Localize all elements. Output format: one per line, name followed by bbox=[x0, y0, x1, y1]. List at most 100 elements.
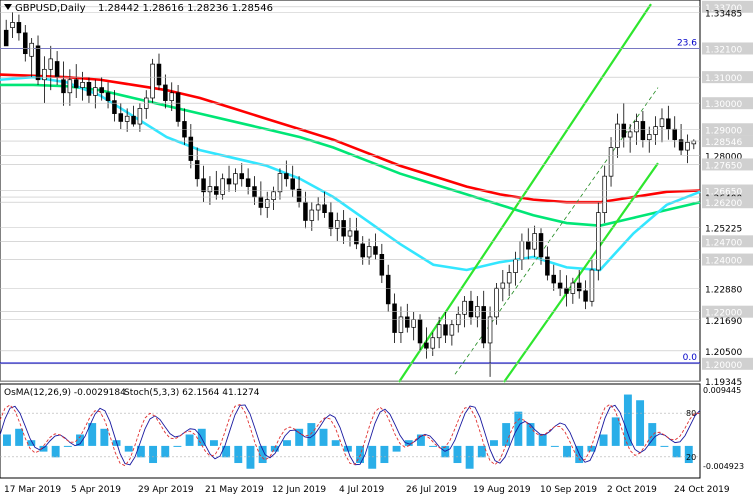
osma-label: OsMA(12,26,9) -0.0029184 bbox=[4, 388, 126, 398]
osma-bar bbox=[538, 434, 547, 446]
osma-tick-label: -0.004923 bbox=[703, 462, 744, 471]
candle-body bbox=[137, 108, 143, 125]
candle-body bbox=[538, 233, 544, 258]
candle-body bbox=[163, 84, 168, 101]
time-tick-label: 2 Oct 2019 bbox=[607, 485, 657, 495]
candle-body bbox=[347, 230, 353, 237]
osma-bar bbox=[563, 445, 571, 458]
candle-body bbox=[175, 92, 181, 122]
candle-body bbox=[449, 324, 455, 336]
candle-body bbox=[576, 282, 582, 292]
candle-body bbox=[150, 63, 155, 99]
candle-body bbox=[67, 79, 73, 94]
osma-bar bbox=[15, 428, 24, 446]
osma-bar bbox=[39, 445, 48, 452]
osma-tick-label: 0.009445 bbox=[703, 386, 741, 395]
candle-body bbox=[379, 253, 385, 276]
candle-body bbox=[252, 186, 257, 198]
candle-body bbox=[653, 126, 658, 135]
candle-body bbox=[494, 287, 499, 318]
osma-bar bbox=[599, 434, 608, 446]
candle-body bbox=[519, 240, 525, 260]
symbol-label: GBPUSD,Daily bbox=[15, 3, 86, 14]
osma-bar bbox=[51, 445, 60, 458]
price-tick-label: 1.33485 bbox=[705, 9, 742, 19]
chart-canvas: 23.60.0 1.337001.334851.321001.310001.30… bbox=[0, 0, 753, 495]
osma-bar bbox=[161, 445, 170, 458]
candle-body bbox=[366, 246, 372, 258]
price-tick-label: 1.26200 bbox=[705, 199, 742, 209]
candle-body bbox=[156, 63, 162, 86]
candle-body bbox=[207, 186, 213, 193]
price-tick-label: 1.27650 bbox=[705, 161, 742, 171]
osma-bar bbox=[636, 400, 645, 446]
osma-bar bbox=[222, 445, 231, 458]
candle-body bbox=[10, 22, 15, 28]
candle-body bbox=[54, 61, 60, 78]
candle-body bbox=[646, 134, 652, 141]
time-tick-label: 26 Jul 2019 bbox=[406, 485, 457, 495]
candle-body bbox=[462, 300, 467, 315]
time-tick-label: 19 Aug 2019 bbox=[473, 485, 531, 495]
price-tick-label: 1.24700 bbox=[705, 238, 742, 248]
osma-bar bbox=[124, 445, 133, 452]
candle-body bbox=[468, 300, 474, 318]
osma-bar bbox=[648, 423, 657, 446]
candle-body bbox=[360, 243, 365, 258]
candle-body bbox=[296, 188, 302, 203]
price-tick-label: 1.21690 bbox=[705, 317, 742, 327]
candle-body bbox=[443, 324, 448, 336]
candle-body bbox=[48, 58, 54, 70]
candle-body bbox=[322, 204, 327, 214]
time-tick-label: 12 Jun 2019 bbox=[272, 485, 326, 495]
candle-body bbox=[99, 87, 104, 94]
candle-body bbox=[23, 32, 28, 55]
osma-header: OsMA(12,26,9) -0.0029184 Stoch(5,3,3) 62… bbox=[4, 388, 260, 398]
time-tick-label: 29 Apr 2019 bbox=[138, 485, 194, 495]
price-tick-label: 1.32100 bbox=[705, 45, 742, 55]
candle-body bbox=[627, 131, 633, 138]
candle-body bbox=[405, 316, 410, 328]
candle-body bbox=[245, 178, 251, 187]
candle-body bbox=[29, 42, 34, 57]
time-tick-label: 4 Jul 2019 bbox=[339, 485, 384, 495]
candle-body bbox=[124, 115, 130, 122]
candle-body bbox=[112, 100, 117, 114]
candle-body bbox=[513, 259, 518, 273]
candle-body bbox=[194, 160, 200, 180]
osma-bar bbox=[149, 445, 158, 464]
osma-bar bbox=[477, 445, 486, 458]
candle-body bbox=[105, 92, 111, 101]
osma-bar bbox=[490, 440, 498, 446]
candle-body bbox=[385, 274, 391, 305]
osma-bar bbox=[368, 445, 377, 469]
price-tick-label: 1.31000 bbox=[705, 74, 742, 84]
candle-body bbox=[220, 178, 225, 195]
candle-body bbox=[233, 173, 238, 185]
candle-body bbox=[303, 201, 308, 221]
time-axis: 17 Mar 2019 5 Apr 2019 29 Apr 2019 21 May 2… bbox=[4, 485, 730, 495]
candle-body bbox=[551, 274, 557, 284]
osma-bar bbox=[173, 445, 182, 447]
candle-body bbox=[264, 199, 270, 208]
ohlc-label: 1.28442 1.28616 1.28236 1.28546 bbox=[98, 3, 273, 14]
candle-body bbox=[557, 282, 563, 289]
candle-body bbox=[86, 82, 92, 96]
candle-body bbox=[373, 246, 378, 255]
time-tick-label: 17 Mar 2019 bbox=[4, 485, 61, 495]
candle-body bbox=[341, 220, 346, 237]
candle-body bbox=[201, 178, 206, 193]
candle-body bbox=[436, 324, 442, 339]
candle-body bbox=[80, 82, 85, 88]
osma-bar bbox=[514, 411, 523, 446]
candle-body bbox=[354, 230, 359, 245]
candle-body bbox=[35, 45, 41, 81]
candle-body bbox=[61, 79, 66, 94]
candle-body bbox=[621, 123, 627, 138]
candle-body bbox=[602, 175, 607, 214]
time-tick-label: 5 Apr 2019 bbox=[71, 485, 121, 495]
price-tick-label: 1.20500 bbox=[705, 348, 742, 358]
fib-level-label: 0.0 bbox=[683, 353, 698, 363]
candle-body bbox=[309, 209, 315, 221]
candle-body bbox=[506, 272, 512, 284]
